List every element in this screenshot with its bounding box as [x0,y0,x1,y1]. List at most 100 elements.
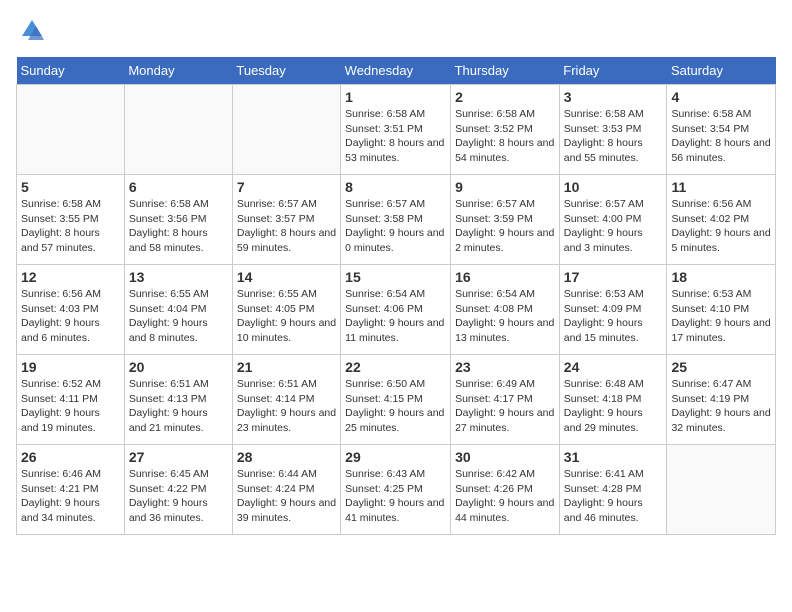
calendar-cell: 5 Sunrise: 6:58 AMSunset: 3:55 PMDaylight… [17,175,125,265]
day-header-sunday: Sunday [17,57,125,85]
cell-content: Sunrise: 6:48 AMSunset: 4:18 PMDaylight:… [564,377,663,436]
logo-icon [18,16,46,44]
cell-content: Sunrise: 6:58 AMSunset: 3:56 PMDaylight:… [129,197,228,256]
page-header [16,16,776,49]
day-number: 15 [345,269,446,285]
cell-content: Sunrise: 6:51 AMSunset: 4:13 PMDaylight:… [129,377,228,436]
day-number: 8 [345,179,446,195]
day-header-tuesday: Tuesday [232,57,340,85]
cell-content: Sunrise: 6:54 AMSunset: 4:06 PMDaylight:… [345,287,446,346]
calendar-cell: 7 Sunrise: 6:57 AMSunset: 3:57 PMDaylight… [232,175,340,265]
cell-content: Sunrise: 6:53 AMSunset: 4:10 PMDaylight:… [671,287,771,346]
day-number: 14 [237,269,336,285]
day-number: 21 [237,359,336,375]
day-number: 6 [129,179,228,195]
day-number: 29 [345,449,446,465]
cell-content: Sunrise: 6:57 AMSunset: 3:57 PMDaylight:… [237,197,336,256]
calendar-cell: 23Sunrise: 6:49 AMSunset: 4:17 PMDayligh… [451,355,560,445]
calendar-cell: 28 Sunrise: 6:44 AMSunset: 4:24 PMDayligh… [232,445,340,535]
cell-content: Sunrise: 6:47 AMSunset: 4:19 PMDaylight:… [671,377,771,436]
calendar-cell: 4 Sunrise: 6:58 AMSunset: 3:54 PMDaylight… [667,85,776,175]
day-header-monday: Monday [124,57,232,85]
day-number: 12 [21,269,120,285]
cell-content: Sunrise: 6:57 AMSunset: 3:58 PMDaylight:… [345,197,446,256]
day-number: 30 [455,449,555,465]
calendar-cell: 29 Sunrise: 6:43 AMSunset: 4:25 PMDayligh… [341,445,451,535]
day-number: 28 [237,449,336,465]
cell-content: Sunrise: 6:58 AMSunset: 3:53 PMDaylight:… [564,107,663,166]
calendar-cell: 26 Sunrise: 6:46 AMSunset: 4:21 PMDayligh… [17,445,125,535]
cell-content: Sunrise: 6:51 AMSunset: 4:14 PMDaylight:… [237,377,336,436]
week-row-3: 12 Sunrise: 6:56 AMSunset: 4:03 PMDayligh… [17,265,776,355]
cell-content: Sunrise: 6:52 AMSunset: 4:11 PMDaylight:… [21,377,120,436]
cell-content: Sunrise: 6:46 AMSunset: 4:21 PMDaylight:… [21,467,120,526]
calendar-cell: 6 Sunrise: 6:58 AMSunset: 3:56 PMDaylight… [124,175,232,265]
cell-content: Sunrise: 6:58 AMSunset: 3:55 PMDaylight:… [21,197,120,256]
cell-content: Sunrise: 6:43 AMSunset: 4:25 PMDaylight:… [345,467,446,526]
calendar-cell: 11Sunrise: 6:56 AMSunset: 4:02 PMDayligh… [667,175,776,265]
day-number: 4 [671,89,771,105]
week-row-4: 19 Sunrise: 6:52 AMSunset: 4:11 PMDayligh… [17,355,776,445]
calendar-cell: 12 Sunrise: 6:56 AMSunset: 4:03 PMDayligh… [17,265,125,355]
calendar-table: SundayMondayTuesdayWednesdayThursdayFrid… [16,57,776,535]
calendar-cell: 18 Sunrise: 6:53 AMSunset: 4:10 PMDayligh… [667,265,776,355]
day-header-saturday: Saturday [667,57,776,85]
day-number: 3 [564,89,663,105]
day-number: 1 [345,89,446,105]
day-number: 18 [671,269,771,285]
cell-content: Sunrise: 6:58 AMSunset: 3:51 PMDaylight:… [345,107,446,166]
calendar-cell: 27 Sunrise: 6:45 AMSunset: 4:22 PMDayligh… [124,445,232,535]
day-number: 22 [345,359,446,375]
cell-content: Sunrise: 6:55 AMSunset: 4:05 PMDaylight:… [237,287,336,346]
day-number: 24 [564,359,663,375]
calendar-cell: 19 Sunrise: 6:52 AMSunset: 4:11 PMDayligh… [17,355,125,445]
calendar-cell: 30 Sunrise: 6:42 AMSunset: 4:26 PMDayligh… [451,445,560,535]
logo [16,16,46,49]
calendar-cell [17,85,125,175]
calendar-cell: 15 Sunrise: 6:54 AMSunset: 4:06 PMDayligh… [341,265,451,355]
cell-content: Sunrise: 6:56 AMSunset: 4:03 PMDaylight:… [21,287,120,346]
calendar-cell: 8 Sunrise: 6:57 AMSunset: 3:58 PMDaylight… [341,175,451,265]
day-number: 26 [21,449,120,465]
week-row-1: 1 Sunrise: 6:58 AMSunset: 3:51 PMDaylight… [17,85,776,175]
cell-content: Sunrise: 6:58 AMSunset: 3:54 PMDaylight:… [671,107,771,166]
cell-content: Sunrise: 6:41 AMSunset: 4:28 PMDaylight:… [564,467,663,526]
calendar-cell: 1 Sunrise: 6:58 AMSunset: 3:51 PMDaylight… [341,85,451,175]
calendar-cell [667,445,776,535]
cell-content: Sunrise: 6:50 AMSunset: 4:15 PMDaylight:… [345,377,446,436]
day-number: 17 [564,269,663,285]
day-number: 7 [237,179,336,195]
day-number: 25 [671,359,771,375]
cell-content: Sunrise: 6:53 AMSunset: 4:09 PMDaylight:… [564,287,663,346]
cell-content: Sunrise: 6:44 AMSunset: 4:24 PMDaylight:… [237,467,336,526]
cell-content: Sunrise: 6:57 AMSunset: 3:59 PMDaylight:… [455,197,555,256]
calendar-cell [124,85,232,175]
cell-content: Sunrise: 6:42 AMSunset: 4:26 PMDaylight:… [455,467,555,526]
calendar-cell [232,85,340,175]
day-number: 31 [564,449,663,465]
calendar-cell: 9 Sunrise: 6:57 AMSunset: 3:59 PMDaylight… [451,175,560,265]
day-number: 5 [21,179,120,195]
cell-content: Sunrise: 6:55 AMSunset: 4:04 PMDaylight:… [129,287,228,346]
week-row-2: 5 Sunrise: 6:58 AMSunset: 3:55 PMDaylight… [17,175,776,265]
cell-content: Sunrise: 6:57 AMSunset: 4:00 PMDaylight:… [564,197,663,256]
day-header-thursday: Thursday [451,57,560,85]
day-number: 11 [671,179,771,195]
day-number: 20 [129,359,228,375]
day-number: 16 [455,269,555,285]
week-row-5: 26 Sunrise: 6:46 AMSunset: 4:21 PMDayligh… [17,445,776,535]
day-number: 10 [564,179,663,195]
calendar-cell: 14 Sunrise: 6:55 AMSunset: 4:05 PMDayligh… [232,265,340,355]
day-number: 19 [21,359,120,375]
calendar-cell: 10 Sunrise: 6:57 AMSunset: 4:00 PMDayligh… [559,175,667,265]
day-header-wednesday: Wednesday [341,57,451,85]
day-number: 9 [455,179,555,195]
calendar-cell: 2Sunrise: 6:58 AMSunset: 3:52 PMDaylight… [451,85,560,175]
calendar-cell: 17 Sunrise: 6:53 AMSunset: 4:09 PMDayligh… [559,265,667,355]
day-number: 27 [129,449,228,465]
calendar-cell: 3 Sunrise: 6:58 AMSunset: 3:53 PMDaylight… [559,85,667,175]
cell-content: Sunrise: 6:54 AMSunset: 4:08 PMDaylight:… [455,287,555,346]
cell-content: Sunrise: 6:45 AMSunset: 4:22 PMDaylight:… [129,467,228,526]
day-number: 23 [455,359,555,375]
calendar-cell: 31 Sunrise: 6:41 AMSunset: 4:28 PMDayligh… [559,445,667,535]
